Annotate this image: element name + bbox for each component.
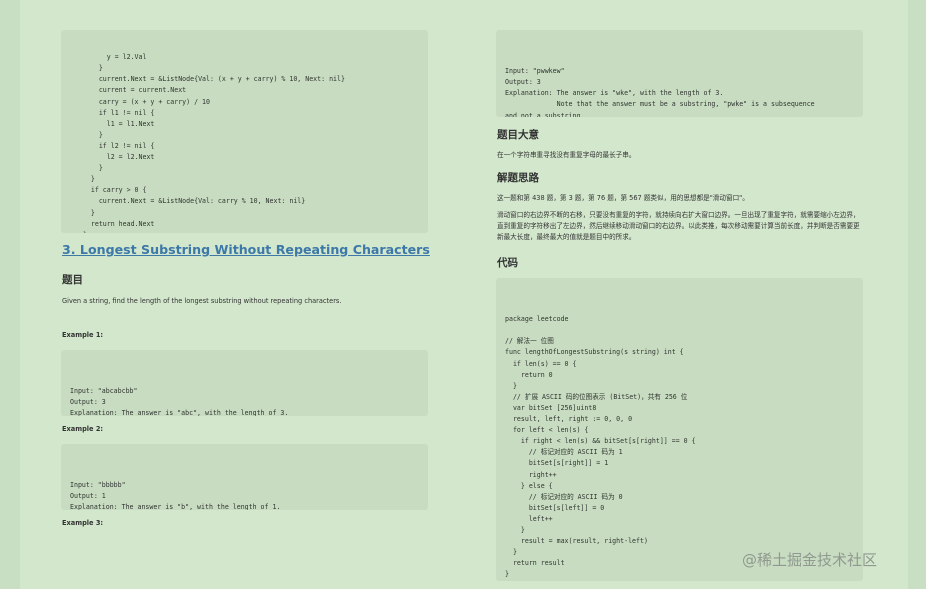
code-line: // 标记对应的 ASCII 码为 1 [505, 448, 623, 457]
code-line: } [75, 130, 103, 139]
section-title-link[interactable]: 3. Longest Substring Without Repeating C… [62, 242, 430, 257]
code-line: } [75, 64, 103, 73]
heading-solution-idea: 解题思路 [497, 172, 539, 184]
code-line: Explanation: The answer is "b", with the… [70, 503, 281, 510]
problem-meaning-text: 在一个字符串重寻找没有重复字母的最长子串。 [497, 151, 636, 159]
code-line: bitSet[s[left]] = 0 [505, 503, 605, 512]
code-line: // 解法一 位图 [505, 337, 554, 346]
code-line: left++ [505, 514, 553, 523]
code-block-example-1: Input: "abcabcbb" Output: 3 Explanation: T… [61, 350, 428, 416]
code-line: } [505, 381, 517, 390]
solution-idea-text-1: 这一题和第 438 题，第 3 题，第 76 题，第 567 题类似，用的思想都… [497, 194, 749, 202]
code-line: Input: "bbbbb" [70, 481, 126, 490]
code-line: package leetcode [505, 315, 569, 324]
example-3-label: Example 3: [62, 519, 104, 527]
code-line: Note that the answer must be a substring… [505, 100, 815, 109]
code-line: } [505, 570, 509, 579]
code-line: // 标记对应的 ASCII 码为 0 [505, 492, 623, 501]
code-block-example-3: Input: "pwwkew" Output: 3 Explanation: The… [496, 30, 863, 117]
code-line: if carry > 0 { [75, 186, 147, 195]
code-block-example-2: Input: "bbbbb" Output: 1 Explanation: The … [61, 444, 428, 510]
example-1-label: Example 1: [62, 331, 104, 339]
code-line: Input: "pwwkew" [505, 67, 565, 76]
code-line: for left < len(s) { [505, 426, 589, 435]
code-line: current.Next = &ListNode{Val: (x + y + c… [75, 75, 345, 84]
heading-problem-meaning: 题目大意 [497, 129, 539, 141]
code-line: return head.Next [75, 219, 155, 228]
code-line: bitSet[s[right]] = 1 [505, 459, 609, 468]
code-line: right++ [505, 470, 557, 479]
code-line: if l2 != nil { [75, 141, 155, 150]
code-line: Output: 1 [70, 492, 106, 501]
code-line: current.Next = &ListNode{Val: carry % 10… [75, 197, 306, 206]
code-line: y = l2.Val [75, 53, 147, 62]
code-line: if right < len(s) && bitSet[s[right]] ==… [505, 437, 696, 446]
code-line: if len(s) == 0 { [505, 359, 577, 368]
code-line: carry = (x + y + carry) / 10 [75, 97, 210, 106]
code-line: func lengthOfLongestSubstring(s string) … [505, 348, 684, 357]
code-line: and not a substring. [505, 111, 585, 117]
code-line: l1 = l1.Next [75, 119, 155, 128]
code-block-solution: package leetcode // 解法一 位图 func lengthOfLo… [496, 278, 863, 581]
code-line: Explanation: The answer is "abc", with t… [70, 409, 289, 416]
solution-idea-text-2: 滑动窗口的右边界不断的右移，只要没有重复的字符，就持续向右扩大窗口边界。一旦出现… [497, 211, 860, 241]
code-line: result, left, right := 0, 0, 0 [505, 415, 633, 424]
code-line: if l1 != nil { [75, 108, 155, 117]
code-line: } [505, 525, 525, 534]
code-line: Explanation: The answer is "wke", with t… [505, 89, 724, 98]
code-line: } else { [505, 481, 553, 490]
heading-code: 代码 [497, 257, 518, 269]
code-line: } [75, 230, 428, 233]
code-block-add-two-numbers: y = l2.Val } current.Next = &ListNode{Va… [61, 30, 428, 233]
watermark-text: @稀土掘金技术社区 [742, 551, 878, 569]
code-line: result = max(result, right-left) [505, 537, 648, 546]
code-line: Output: 3 [70, 398, 106, 407]
code-line: Input: "abcabcbb" [70, 387, 138, 396]
code-line: Output: 3 [505, 78, 541, 87]
document-page: y = l2.Val } current.Next = &ListNode{Va… [20, 0, 908, 589]
code-line: } [75, 208, 95, 217]
problem-description: Given a string, find the length of the l… [62, 297, 342, 305]
code-line: return 0 [505, 370, 553, 379]
code-line: } [75, 175, 95, 184]
example-2-label: Example 2: [62, 425, 104, 433]
code-line: current = current.Next [75, 86, 187, 95]
code-line: var bitSet [256]uint8 [505, 403, 597, 412]
code-line: l2 = l2.Next [75, 153, 155, 162]
code-line: } [75, 164, 103, 173]
heading-problem: 题目 [62, 274, 83, 286]
code-line: // 扩展 ASCII 码的位图表示 (BitSet)，共有 256 位 [505, 392, 688, 401]
